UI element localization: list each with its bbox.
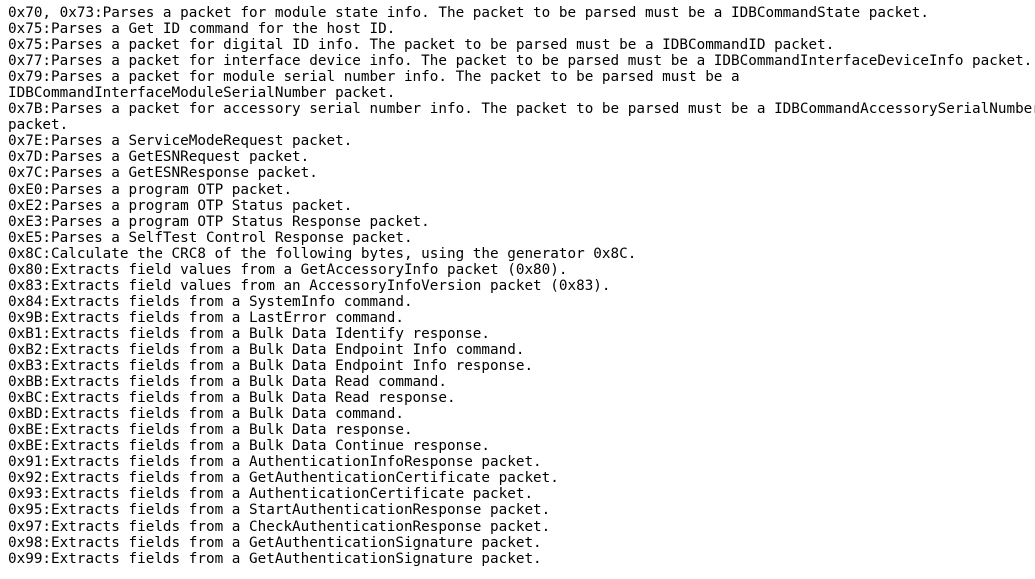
text-line: 0x79:Parses a packet for module serial n… (8, 69, 740, 86)
text-listing-body: 0x70, 0x73:Parses a packet for module st… (0, 0, 1035, 579)
text-line: 0xBC:Extracts fields from a Bulk Data Re… (8, 390, 456, 407)
text-line: 0xE5:Parses a SelfTest Control Response … (8, 229, 413, 246)
text-line: 0x80:Extracts field values from a GetAcc… (8, 261, 568, 278)
text-line: 0xBE:Extracts fields from a Bulk Data Co… (8, 438, 491, 455)
text-line: 0x92:Extracts fields from a GetAuthentic… (8, 470, 559, 487)
text-line: 0x7D:Parses a GetESNRequest packet. (8, 149, 310, 166)
text-line: 0x98:Extracts fields from a GetAuthentic… (8, 534, 542, 551)
text-line: 0x70, 0x73:Parses a packet for module st… (8, 5, 929, 21)
text-line: 0x77:Parses a packet for interface devic… (8, 53, 1033, 70)
text-line: 0x7B:Parses a packet for accessory seria… (8, 101, 1035, 118)
text-line: 0x99:Extracts fields from a GetAuthentic… (8, 550, 542, 567)
text-line: 0xBB:Extracts fields from a Bulk Data Re… (8, 374, 447, 391)
text-line: packet. (8, 117, 69, 134)
text-line: 0xB1:Extracts fields from a Bulk Data Id… (8, 325, 491, 342)
text-line: 0x93:Extracts fields from a Authenticati… (8, 486, 534, 503)
text-line: 0x91:Extracts fields from a Authenticati… (8, 454, 542, 471)
text-line: 0xB2:Extracts fields from a Bulk Data En… (8, 341, 525, 358)
text-line: 0x8C:Calculate the CRC8 of the following… (8, 245, 637, 262)
text-line: 0x75:Parses a packet for digital ID info… (8, 37, 835, 54)
text-line: 0xE2:Parses a program OTP Status packet. (8, 197, 353, 214)
text-line: 0x75:Parses a Get ID command for the hos… (8, 21, 396, 38)
text-line: 0x97:Extracts fields from a CheckAuthent… (8, 518, 551, 535)
text-line: 0xB3:Extracts fields from a Bulk Data En… (8, 358, 534, 375)
text-line: 0xBD:Extracts fields from a Bulk Data co… (8, 406, 404, 423)
text-line: 0x7C:Parses a GetESNResponse packet. (8, 165, 318, 182)
text-line: 0x95:Extracts fields from a StartAuthent… (8, 502, 551, 519)
text-line: 0x7E:Parses a ServiceModeRequest packet. (8, 133, 353, 150)
text-line: 0xE0:Parses a program OTP packet. (8, 181, 293, 198)
text-line: IDBCommandInterfaceModuleSerialNumber pa… (8, 85, 396, 102)
text-line: 0xBE:Extracts fields from a Bulk Data re… (8, 422, 413, 439)
text-line: 0x9B:Extracts fields from a LastError co… (8, 309, 404, 326)
text-line: 0x84:Extracts fields from a SystemInfo c… (8, 293, 413, 310)
text-line: 0xE3:Parses a program OTP Status Respons… (8, 213, 430, 230)
text-line: 0x83:Extracts field values from an Acces… (8, 277, 611, 294)
